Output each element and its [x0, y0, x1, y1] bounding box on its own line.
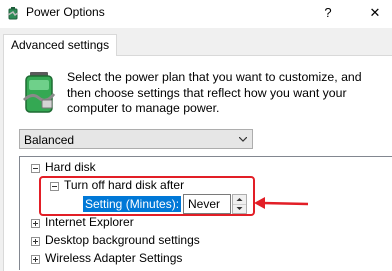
window-title: Power Options: [26, 5, 105, 19]
tree-item-wireless-adapter-settings[interactable]: Wireless Adapter Settings: [45, 250, 182, 267]
tree-item-hard-disk[interactable]: Hard disk: [45, 159, 96, 176]
expand-icon[interactable]: [31, 237, 40, 246]
tab-advanced-settings[interactable]: Advanced settings: [3, 34, 118, 56]
power-plan-dropdown[interactable]: Balanced: [19, 129, 253, 149]
power-plan-selected: Balanced: [24, 133, 75, 147]
plan-description: Select the power plan that you want to c…: [67, 70, 362, 115]
chevron-down-icon: [239, 137, 247, 142]
battery-plan-icon: [22, 72, 56, 113]
expand-icon[interactable]: [31, 255, 40, 264]
annotation-highlight-box: [39, 176, 255, 216]
title-bar: Power Options ? ✕: [0, 0, 392, 28]
close-button[interactable]: ✕: [364, 2, 386, 24]
help-button[interactable]: ?: [318, 2, 338, 24]
tree-item-internet-explorer[interactable]: Internet Explorer: [45, 214, 134, 231]
expand-icon[interactable]: [31, 219, 40, 228]
power-options-icon: [7, 7, 19, 20]
collapse-icon[interactable]: [31, 164, 40, 173]
tree-item-desktop-background-settings[interactable]: Desktop background settings: [45, 232, 200, 249]
annotation-arrow-icon: [254, 197, 309, 209]
